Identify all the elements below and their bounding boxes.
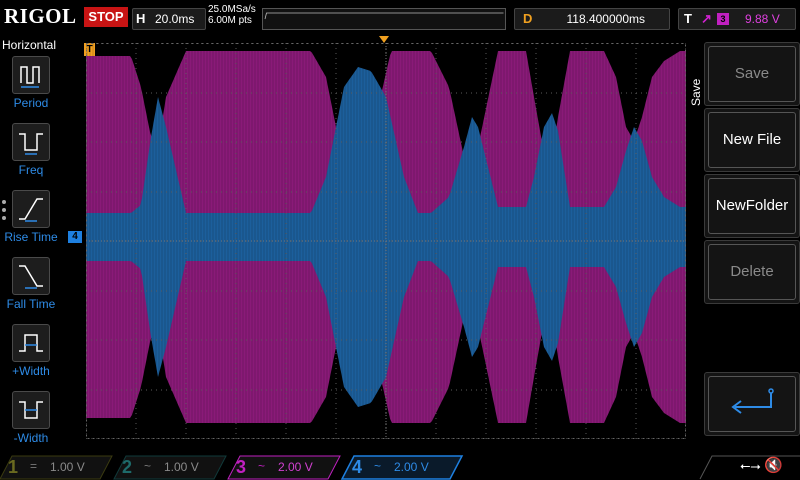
channel-2-status[interactable]: 2 ~ 1.00 V (122, 456, 222, 478)
memory-overview-waveform (264, 12, 504, 20)
memory-depth: 6.00M pts (208, 15, 252, 26)
delay-value: 118.400000ms (566, 12, 645, 26)
usb-icon: ⭠⭢ (740, 458, 761, 473)
channel-4-offset-marker[interactable]: 4 (68, 231, 82, 243)
channel-3-status[interactable]: 3 ~ 2.00 V (236, 456, 336, 478)
rising-edge-icon: ↗ (701, 11, 712, 26)
new-folder-button-label: NewFolder (708, 178, 796, 234)
channel-scale: 2.00 V (394, 460, 429, 474)
save-button[interactable]: Save (704, 42, 800, 106)
center-time-marker (379, 36, 389, 43)
delete-button-label: Delete (708, 244, 796, 300)
rigol-logo: RIGOL (4, 4, 77, 28)
channel-scale: 2.00 V (278, 460, 313, 474)
channel-1-status[interactable]: 1 = 1.00 V (8, 456, 108, 478)
sample-rate: 25.0MSa/s (208, 4, 256, 15)
new-folder-button[interactable]: NewFolder (704, 174, 800, 238)
channel-number: 1 (8, 457, 19, 477)
ac-coupling-icon: ~ (258, 459, 266, 473)
trigger-source-badge: 3 (717, 13, 729, 25)
measure-item-period[interactable]: Period (0, 56, 62, 118)
channel-status-bar: 1 = 1.00 V 2 ~ 1.00 V 3 ~ 2.00 V 4 ~ 2.0… (0, 454, 800, 480)
fall-time-icon (12, 257, 50, 295)
measure-label: -Width (13, 431, 49, 445)
ac-coupling-icon: ~ (374, 459, 382, 473)
measure-label: +Width (12, 364, 50, 378)
acquisition-info: 25.0MSa/s 6.00M pts (208, 4, 256, 26)
rise-time-icon (12, 190, 50, 228)
menu-title-horizontal: Horizontal (2, 38, 57, 52)
menu-title-save: Save (689, 78, 703, 106)
enter-return-icon (708, 376, 796, 432)
measure-menu: Horizontal Period Freq Rise Time Fall Ti… (0, 36, 62, 454)
trigger-key: T (684, 11, 692, 26)
channel-scale: 1.00 V (164, 460, 199, 474)
measure-label: Fall Time (6, 297, 56, 311)
freq-icon (12, 123, 50, 161)
new-file-button-label: New File (708, 112, 796, 168)
top-status-bar: RIGOL STOP H 20.0ms 25.0MSa/s 6.00M pts … (0, 0, 800, 36)
run-stop-indicator[interactable]: STOP (84, 7, 128, 27)
measure-label: Period (13, 96, 49, 110)
measure-item-freq[interactable]: Freq (0, 123, 62, 185)
horizontal-timebase[interactable]: H 20.0ms (132, 8, 206, 30)
save-menu: Save Save New File NewFolder Delete (686, 36, 800, 454)
channel-number: 2 (122, 457, 133, 477)
positive-width-icon (12, 324, 50, 362)
waveform-display[interactable] (85, 42, 687, 440)
save-button-label: Save (708, 46, 796, 102)
new-file-button[interactable]: New File (704, 108, 800, 172)
waveform-canvas (85, 42, 687, 440)
horizontal-key: H (136, 11, 146, 26)
ac-coupling-icon: ~ (144, 459, 152, 473)
memory-overview-trace (264, 12, 504, 20)
measure-item-rise-time[interactable]: Rise Time (0, 190, 62, 252)
timebase-value: 20.0ms (155, 12, 195, 26)
trigger-status[interactable]: T ↗ 3 9.88 V (678, 8, 796, 30)
delete-button[interactable]: Delete (704, 240, 800, 304)
measure-label: Freq (18, 163, 44, 177)
speaker-muted-icon[interactable]: 🔇 (764, 456, 783, 474)
period-icon (12, 56, 50, 94)
channel-scale: 1.00 V (50, 460, 85, 474)
horizontal-delay[interactable]: D 118.400000ms (514, 8, 670, 30)
measure-item-fall-time[interactable]: Fall Time (0, 257, 62, 319)
channel-number: 3 (236, 457, 247, 477)
delay-key: D (523, 11, 533, 26)
measure-label: Rise Time (4, 230, 58, 244)
memory-overview-strip (262, 8, 506, 30)
channel-number: 4 (352, 457, 363, 477)
channel-4-status[interactable]: 4 ~ 2.00 V (352, 456, 458, 478)
trigger-level: 9.88 V (745, 12, 780, 26)
enter-button[interactable] (704, 372, 800, 436)
dc-coupling-icon: = (30, 459, 38, 473)
negative-width-icon (12, 391, 50, 429)
measure-item-positive-width[interactable]: +Width (0, 324, 62, 386)
measure-item-negative-width[interactable]: -Width (0, 391, 62, 453)
